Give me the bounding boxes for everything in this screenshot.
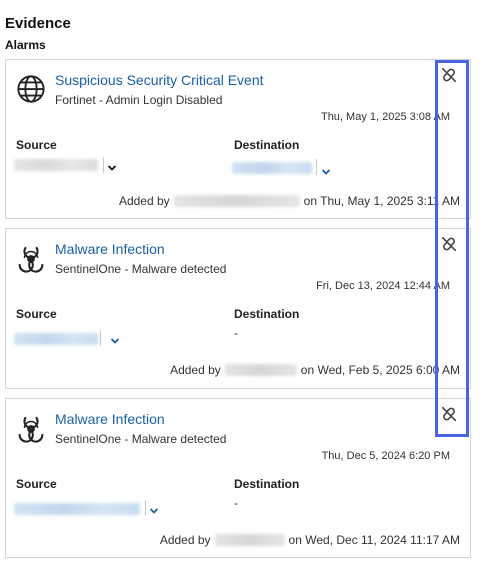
alarm-description: SentinelOne - Malware detected — [55, 262, 227, 276]
destination-label: Destination — [234, 307, 300, 321]
source-label: Source — [16, 138, 57, 152]
biohazard-icon — [18, 416, 44, 443]
alarm-card: Malware Infection SentinelOne - Malware … — [5, 228, 471, 389]
unlink-icon[interactable] — [440, 235, 458, 253]
separator — [316, 159, 317, 175]
added-by-date: on Thu, May 1, 2025 3:11 AM — [303, 194, 460, 208]
alarm-date: Fri, Dec 13, 2024 12:44 AM — [316, 280, 450, 292]
unlink-icon[interactable] — [440, 405, 458, 423]
destination-value: - — [234, 496, 238, 510]
added-by-user-redacted — [214, 534, 285, 546]
chevron-down-icon[interactable] — [149, 507, 159, 515]
separator — [103, 157, 104, 173]
separator — [145, 500, 146, 516]
alarm-title-link[interactable]: Malware Infection — [55, 411, 165, 427]
section-title: Evidence — [5, 15, 71, 32]
added-by-row: Added by on Wed, Dec 11, 2024 11:17 AM — [160, 533, 460, 547]
destination-value-redacted[interactable] — [232, 162, 312, 174]
alarm-card: Suspicious Security Critical Event Forti… — [5, 59, 471, 219]
added-by-date: on Wed, Feb 5, 2025 6:00 AM — [300, 363, 460, 377]
source-value-redacted[interactable] — [14, 333, 98, 345]
added-by-label: Added by — [118, 194, 170, 208]
added-by-user-redacted — [224, 364, 297, 376]
added-by-label: Added by — [159, 533, 211, 547]
source-value-redacted[interactable] — [14, 503, 140, 515]
alarm-date: Thu, May 1, 2025 3:08 AM — [320, 111, 450, 123]
scrollbar-track — [484, 0, 491, 567]
added-by-date: on Wed, Dec 11, 2024 11:17 AM — [288, 533, 460, 547]
chevron-down-icon[interactable] — [110, 337, 120, 345]
alarm-date: Thu, Dec 5, 2024 6:20 PM — [321, 450, 450, 462]
destination-value: - — [234, 326, 238, 340]
added-by-row: Added by on Wed, Feb 5, 2025 6:00 AM — [170, 363, 460, 377]
alarm-title-link[interactable]: Suspicious Security Critical Event — [55, 72, 264, 88]
alarm-description: Fortinet - Admin Login Disabled — [55, 93, 223, 107]
section-subtitle: Alarms — [5, 38, 46, 52]
biohazard-icon — [18, 246, 44, 273]
globe-icon — [17, 75, 45, 103]
separator — [100, 330, 101, 346]
alarm-card: Malware Infection SentinelOne - Malware … — [5, 398, 471, 558]
alarm-title-link[interactable]: Malware Infection — [55, 241, 165, 257]
destination-label: Destination — [234, 138, 300, 152]
alarm-description: SentinelOne - Malware detected — [55, 432, 227, 446]
source-label: Source — [16, 307, 57, 321]
chevron-down-icon[interactable] — [107, 164, 117, 172]
added-by-row: Added by on Thu, May 1, 2025 3:11 AM — [119, 194, 460, 208]
added-by-label: Added by — [170, 363, 221, 377]
unlink-icon[interactable] — [440, 66, 458, 84]
destination-label: Destination — [234, 477, 300, 491]
source-label: Source — [16, 477, 57, 491]
chevron-down-icon[interactable] — [321, 168, 331, 176]
added-by-user-redacted — [173, 195, 300, 207]
source-value-redacted — [14, 159, 98, 171]
